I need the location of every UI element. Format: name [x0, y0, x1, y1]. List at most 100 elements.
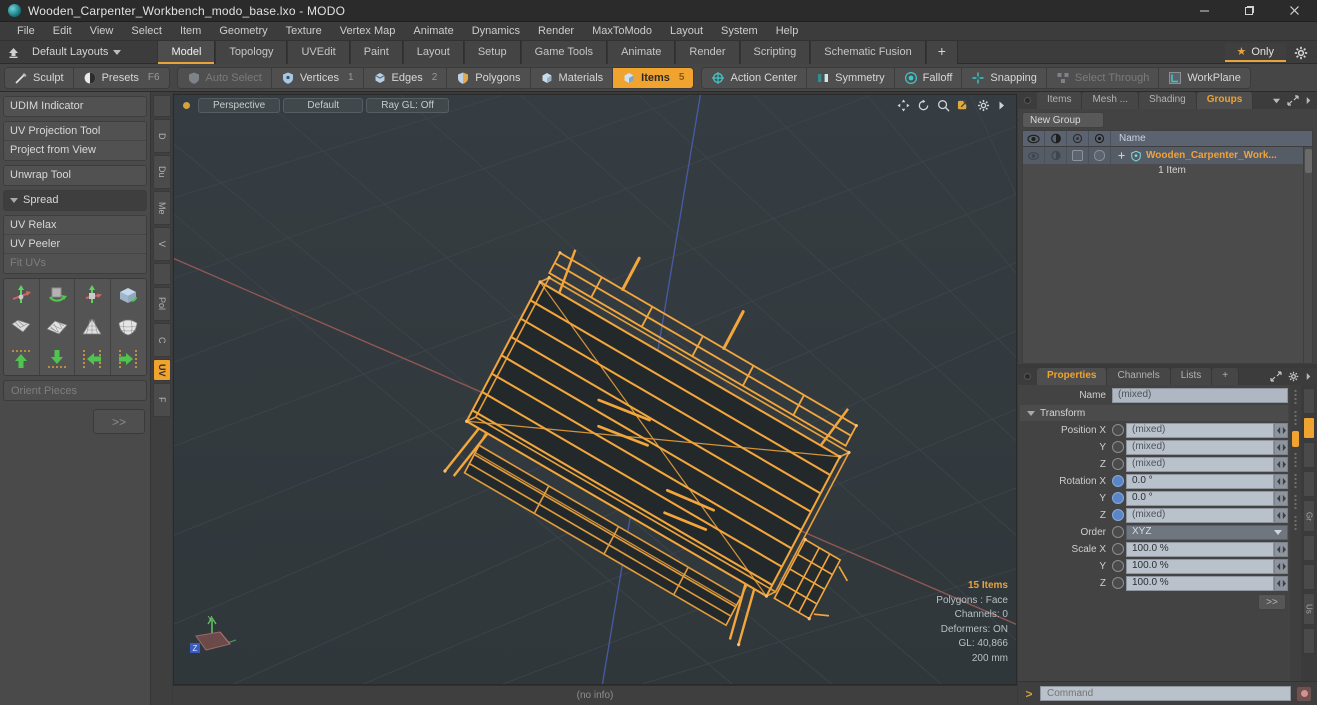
menu-view[interactable]: View [81, 22, 123, 41]
column-lock-icon[interactable] [1067, 130, 1089, 147]
transform-section-header[interactable]: Transform [1020, 405, 1288, 421]
properties-menu-dot-icon[interactable] [1024, 373, 1031, 380]
scale-y-input[interactable]: 100.0 % [1126, 558, 1274, 574]
left-vtab-duplicate[interactable]: Du [153, 155, 171, 189]
table-row[interactable]: Wooden_Carpenter_Work... [1023, 147, 1303, 164]
right-vtab-groups[interactable]: Gr [1303, 500, 1315, 532]
select-through-button[interactable]: Select Through [1046, 67, 1160, 88]
align-down-icon[interactable] [39, 343, 75, 375]
move-drag-icon[interactable] [75, 279, 111, 311]
spread-header[interactable]: Spread [4, 191, 146, 210]
left-vtab-5[interactable] [153, 263, 171, 285]
row-visibility-toggle[interactable] [1023, 147, 1045, 164]
left-vtab-command[interactable]: C [153, 323, 171, 357]
group-item[interactable]: Wooden_Carpenter_Work... [1111, 150, 1277, 162]
tab-mesh[interactable]: Mesh ... [1082, 92, 1140, 109]
menu-select[interactable]: Select [122, 22, 171, 41]
3d-viewport[interactable]: Perspective Default Ray GL: Off Z Y 15 I… [173, 94, 1017, 685]
order-key-toggle[interactable] [1112, 526, 1124, 538]
minimize-button[interactable] [1182, 0, 1227, 22]
rotation-y-key-toggle[interactable] [1112, 492, 1124, 504]
order-select[interactable]: XYZ [1126, 524, 1288, 540]
udim-indicator-row[interactable]: UDIM Indicator [4, 97, 146, 116]
uv-projection-tool-row[interactable]: UV Projection Tool [4, 122, 146, 141]
right-vtab-6[interactable] [1303, 564, 1315, 590]
right-vtab-3[interactable] [1303, 471, 1315, 497]
tab-properties[interactable]: Properties [1037, 368, 1108, 385]
settings-gear-icon[interactable] [1289, 41, 1313, 64]
left-vtab-0[interactable] [153, 95, 171, 117]
maximize-button[interactable] [1227, 0, 1272, 22]
expand-plus-icon[interactable] [1117, 151, 1126, 160]
rotate-icon[interactable] [39, 279, 75, 311]
viewport-projection-dropdown[interactable]: Perspective [198, 97, 281, 113]
menu-maxtomodo[interactable]: MaxToModo [583, 22, 661, 41]
left-vtab-vertex[interactable]: V [153, 227, 171, 261]
left-panel-more-button[interactable]: >> [93, 409, 145, 434]
prop-strip-active[interactable] [1292, 431, 1299, 447]
rotation-x-input[interactable]: 0.0 ° [1126, 473, 1274, 489]
name-input[interactable]: (mixed) [1112, 387, 1288, 403]
expand-icon[interactable] [1270, 371, 1282, 382]
sculpt-button[interactable]: Sculpt [5, 67, 74, 88]
chevron-right-icon[interactable] [997, 100, 1006, 111]
fit-uvs-row[interactable]: Fit UVs [4, 254, 146, 273]
tab-add[interactable]: + [1212, 368, 1240, 385]
tab-paint[interactable]: Paint [349, 40, 403, 64]
right-vtab-active[interactable] [1303, 417, 1315, 439]
menu-texture[interactable]: Texture [277, 22, 331, 41]
shrink-grid-icon[interactable] [4, 311, 40, 343]
properties-more-button[interactable]: >> [1258, 594, 1286, 610]
prop-strip-0[interactable] [1292, 389, 1299, 405]
left-vtab-f[interactable]: F [153, 383, 171, 417]
add-tab-button[interactable]: + [925, 40, 958, 64]
scale-y-key-toggle[interactable] [1112, 560, 1124, 572]
fit-icon[interactable] [957, 99, 970, 112]
rotation-x-spinner[interactable] [1274, 473, 1288, 489]
rotation-y-input[interactable]: 0.0 ° [1126, 490, 1274, 506]
menu-help[interactable]: Help [767, 22, 808, 41]
menu-vertex-map[interactable]: Vertex Map [331, 22, 405, 41]
move-axis-icon[interactable] [4, 279, 40, 311]
tab-groups[interactable]: Groups [1196, 92, 1254, 109]
chevron-right-icon[interactable] [1305, 372, 1312, 381]
prop-strip-1[interactable] [1292, 410, 1299, 426]
tab-setup[interactable]: Setup [463, 40, 521, 64]
close-button[interactable] [1272, 0, 1317, 22]
viewport-raygl-dropdown[interactable]: Ray GL: Off [366, 97, 449, 113]
align-up-icon[interactable] [4, 343, 40, 375]
right-vtab-5[interactable] [1303, 535, 1315, 561]
menu-system[interactable]: System [712, 22, 767, 41]
auto-select-button[interactable]: Auto Select [177, 67, 272, 88]
scale-y-spinner[interactable] [1274, 558, 1288, 574]
right-vtab-0[interactable] [1303, 388, 1315, 414]
column-render-icon[interactable] [1045, 130, 1067, 147]
edges-mode-button[interactable]: Edges 2 [363, 67, 448, 88]
vertices-mode-button[interactable]: Vertices 1 [271, 67, 364, 88]
prop-strip-4[interactable] [1292, 473, 1299, 489]
uv-peeler-row[interactable]: UV Peeler [4, 235, 146, 254]
expand-icon[interactable] [1287, 95, 1299, 106]
column-visibility-icon[interactable] [1023, 130, 1045, 147]
tab-game-tools[interactable]: Game Tools [520, 40, 608, 64]
column-info-icon[interactable] [1089, 130, 1111, 147]
scale-x-spinner[interactable] [1274, 541, 1288, 557]
row-lock-toggle[interactable] [1067, 147, 1089, 164]
position-y-spinner[interactable] [1274, 439, 1288, 455]
menu-item[interactable]: Item [171, 22, 210, 41]
action-center-button[interactable]: Action Center [702, 67, 808, 88]
menu-geometry[interactable]: Geometry [210, 22, 276, 41]
taper-grid-icon[interactable] [75, 311, 111, 343]
position-z-input[interactable]: (mixed) [1126, 456, 1274, 472]
tab-schematic-fusion[interactable]: Schematic Fusion [810, 40, 926, 64]
row-info-toggle[interactable] [1089, 147, 1111, 164]
tab-layout[interactable]: Layout [402, 40, 464, 64]
tab-lists[interactable]: Lists [1170, 368, 1213, 385]
uv-relax-row[interactable]: UV Relax [4, 216, 146, 235]
tab-channels[interactable]: Channels [1107, 368, 1171, 385]
falloff-button[interactable]: Falloff [894, 67, 963, 88]
home-icon[interactable] [0, 41, 26, 64]
command-input[interactable] [1040, 686, 1291, 701]
layout-selector[interactable]: Default Layouts [26, 41, 131, 64]
panel-menu-dot-icon[interactable] [1024, 97, 1031, 104]
